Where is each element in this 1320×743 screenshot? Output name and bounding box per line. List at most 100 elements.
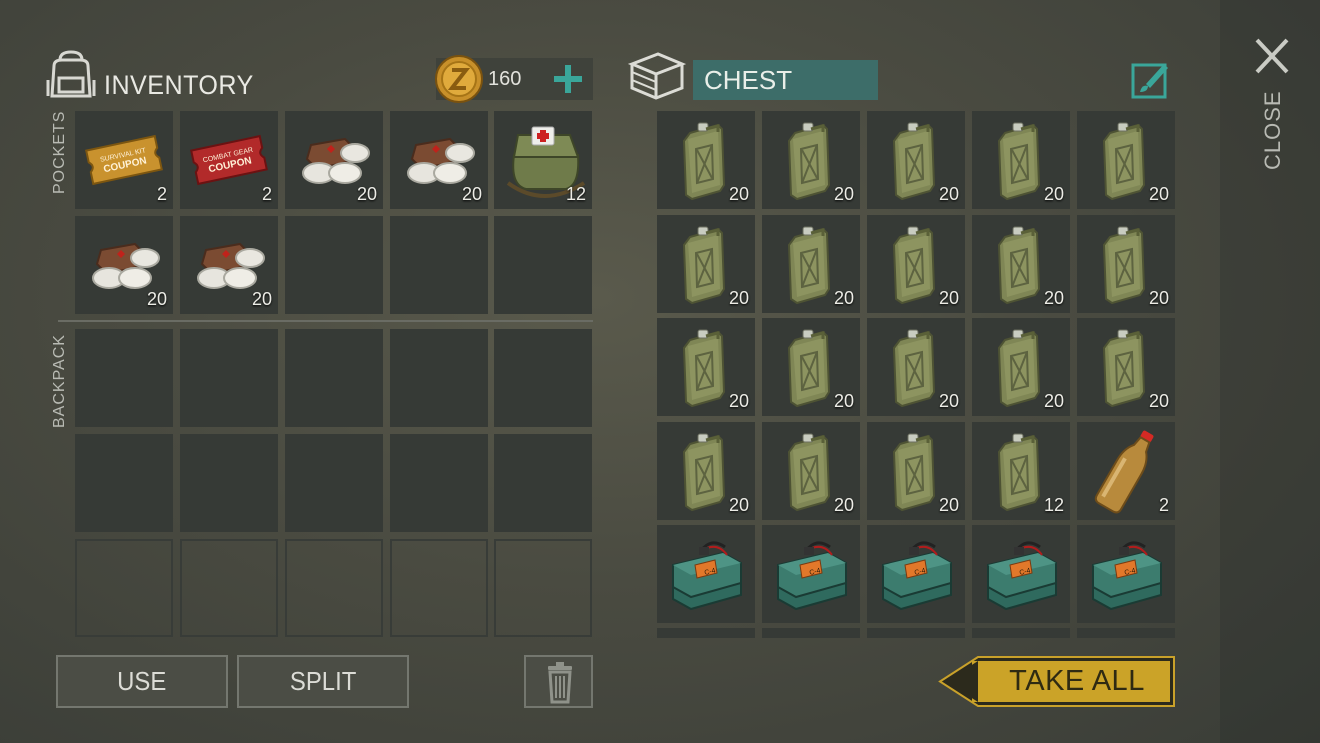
backpack-slot[interactable]	[285, 329, 383, 427]
chest-slot[interactable]: 20	[972, 214, 1070, 313]
take-all-label: TAKE ALL	[1009, 665, 1145, 697]
chest-slot[interactable]	[762, 628, 860, 638]
backpack-slot[interactable]	[285, 434, 383, 532]
chest-slot[interactable]: 20	[867, 214, 965, 313]
item-quantity: 20	[833, 494, 854, 515]
chest-slot[interactable]: 20	[867, 318, 965, 416]
chest-slot[interactable]: 20	[1077, 318, 1175, 416]
pockets-divider	[58, 320, 593, 322]
chest-slot[interactable]: 20	[762, 318, 860, 416]
chest-slot[interactable]: 20	[762, 214, 860, 313]
chest-icon	[627, 50, 687, 102]
chest-slot[interactable]: 20	[972, 318, 1070, 416]
edit-brush-icon	[1131, 63, 1168, 99]
pocket-slot[interactable]: SURVIVAL KIT COUPON 2	[75, 111, 173, 209]
item-quantity: 20	[728, 391, 749, 411]
backpack-slot[interactable]	[494, 434, 592, 532]
item-quantity: 20	[1148, 184, 1169, 204]
pocket-slot[interactable]	[285, 216, 383, 314]
pocket-slot[interactable]: 20	[75, 216, 173, 314]
item-quantity: 20	[1043, 391, 1064, 411]
item-quantity: 12	[565, 184, 586, 204]
chest-slot[interactable]: 20	[762, 421, 860, 520]
pocket-slot[interactable]	[494, 216, 592, 314]
chest-slot[interactable]: C-4	[972, 525, 1070, 623]
chest-slot[interactable]	[867, 628, 965, 638]
item-quantity: 12	[1043, 494, 1064, 515]
chest-slot[interactable]: 20	[657, 111, 755, 209]
c4-explosive-icon: C-4	[657, 525, 755, 623]
pocket-slot[interactable]: 20	[390, 111, 488, 209]
item-quantity: 20	[1043, 184, 1064, 204]
close-icon	[1255, 38, 1289, 74]
backpack-icon	[46, 50, 96, 100]
close-label: CLOSE	[1260, 90, 1285, 170]
pocket-slot[interactable]	[390, 216, 488, 314]
item-quantity: 20	[1148, 391, 1169, 411]
chest-slot[interactable]: 12	[972, 421, 1070, 520]
close-button[interactable]: CLOSE	[1240, 30, 1304, 180]
chest-slot[interactable]: 20	[657, 214, 755, 313]
trash-button[interactable]	[524, 655, 593, 708]
item-quantity: 20	[1043, 287, 1064, 308]
chest-slot[interactable]: 20	[657, 318, 755, 416]
add-coins-button[interactable]	[553, 64, 583, 94]
coin-icon	[434, 54, 484, 104]
item-quantity: 20	[938, 184, 959, 204]
chest-slot[interactable]: C-4	[1077, 525, 1175, 623]
chest-slot[interactable]: 20	[657, 421, 755, 520]
c4-explosive-icon: C-4	[867, 525, 965, 623]
backpack-slot[interactable]	[390, 329, 488, 427]
chest-name-field[interactable]: CHEST	[693, 60, 878, 100]
chest-slot[interactable]: C-4	[867, 525, 965, 623]
item-quantity: 20	[356, 184, 377, 204]
item-quantity: 20	[1148, 287, 1169, 308]
backpack-slot[interactable]	[390, 434, 488, 532]
backpack-slot[interactable]	[494, 329, 592, 427]
backpack-slot[interactable]	[180, 434, 278, 532]
backpack-slot[interactable]	[285, 539, 383, 637]
chest-slot[interactable]	[972, 628, 1070, 638]
chest-title: CHEST	[704, 65, 793, 95]
item-quantity: 20	[251, 289, 272, 309]
backpack-slot[interactable]	[75, 539, 173, 637]
chest-slot[interactable]: 20	[972, 111, 1070, 209]
item-quantity: 20	[146, 289, 167, 309]
pocket-slot[interactable]: COMBAT GEAR COUPON 2	[180, 111, 278, 209]
pockets-label: POCKETS	[51, 110, 68, 194]
chest-slot[interactable]: 20	[762, 111, 860, 209]
item-quantity: 2	[261, 184, 272, 204]
backpack-slot[interactable]	[494, 539, 592, 637]
backpack-label: BACKPACK	[51, 334, 68, 428]
trash-icon	[548, 662, 572, 704]
chest-slot[interactable]: 2	[1077, 421, 1175, 520]
item-quantity: 20	[833, 287, 854, 308]
item-quantity: 20	[938, 391, 959, 411]
pocket-slot[interactable]: 20	[180, 216, 278, 314]
backpack-slot[interactable]	[390, 539, 488, 637]
item-quantity: 2	[1158, 494, 1169, 515]
chest-slot[interactable]: 20	[1077, 214, 1175, 313]
backpack-slot[interactable]	[180, 329, 278, 427]
chest-slot[interactable]: 20	[1077, 111, 1175, 209]
backpack-slot[interactable]	[180, 539, 278, 637]
item-quantity: 20	[833, 391, 854, 411]
inventory-title: INVENTORY	[104, 70, 254, 100]
pocket-slot[interactable]: 12	[494, 111, 592, 209]
chest-slot[interactable]: C-4	[657, 525, 755, 623]
chest-slot[interactable]	[657, 628, 755, 638]
backpack-slot[interactable]	[75, 329, 173, 427]
c4-explosive-icon: C-4	[762, 525, 860, 623]
split-button[interactable]: SPLIT	[237, 655, 409, 708]
rename-button[interactable]	[1130, 60, 1170, 100]
item-quantity: 20	[938, 494, 959, 515]
chest-slot[interactable]: C-4	[762, 525, 860, 623]
use-button[interactable]: USE	[56, 655, 228, 708]
chest-slot[interactable]: 20	[867, 111, 965, 209]
pocket-slot[interactable]: 20	[285, 111, 383, 209]
chest-slot[interactable]: 20	[867, 421, 965, 520]
backpack-slot[interactable]	[75, 434, 173, 532]
chest-slot[interactable]	[1077, 628, 1175, 638]
item-quantity: 20	[938, 287, 959, 308]
take-all-button[interactable]: TAKE ALL	[938, 655, 1176, 708]
